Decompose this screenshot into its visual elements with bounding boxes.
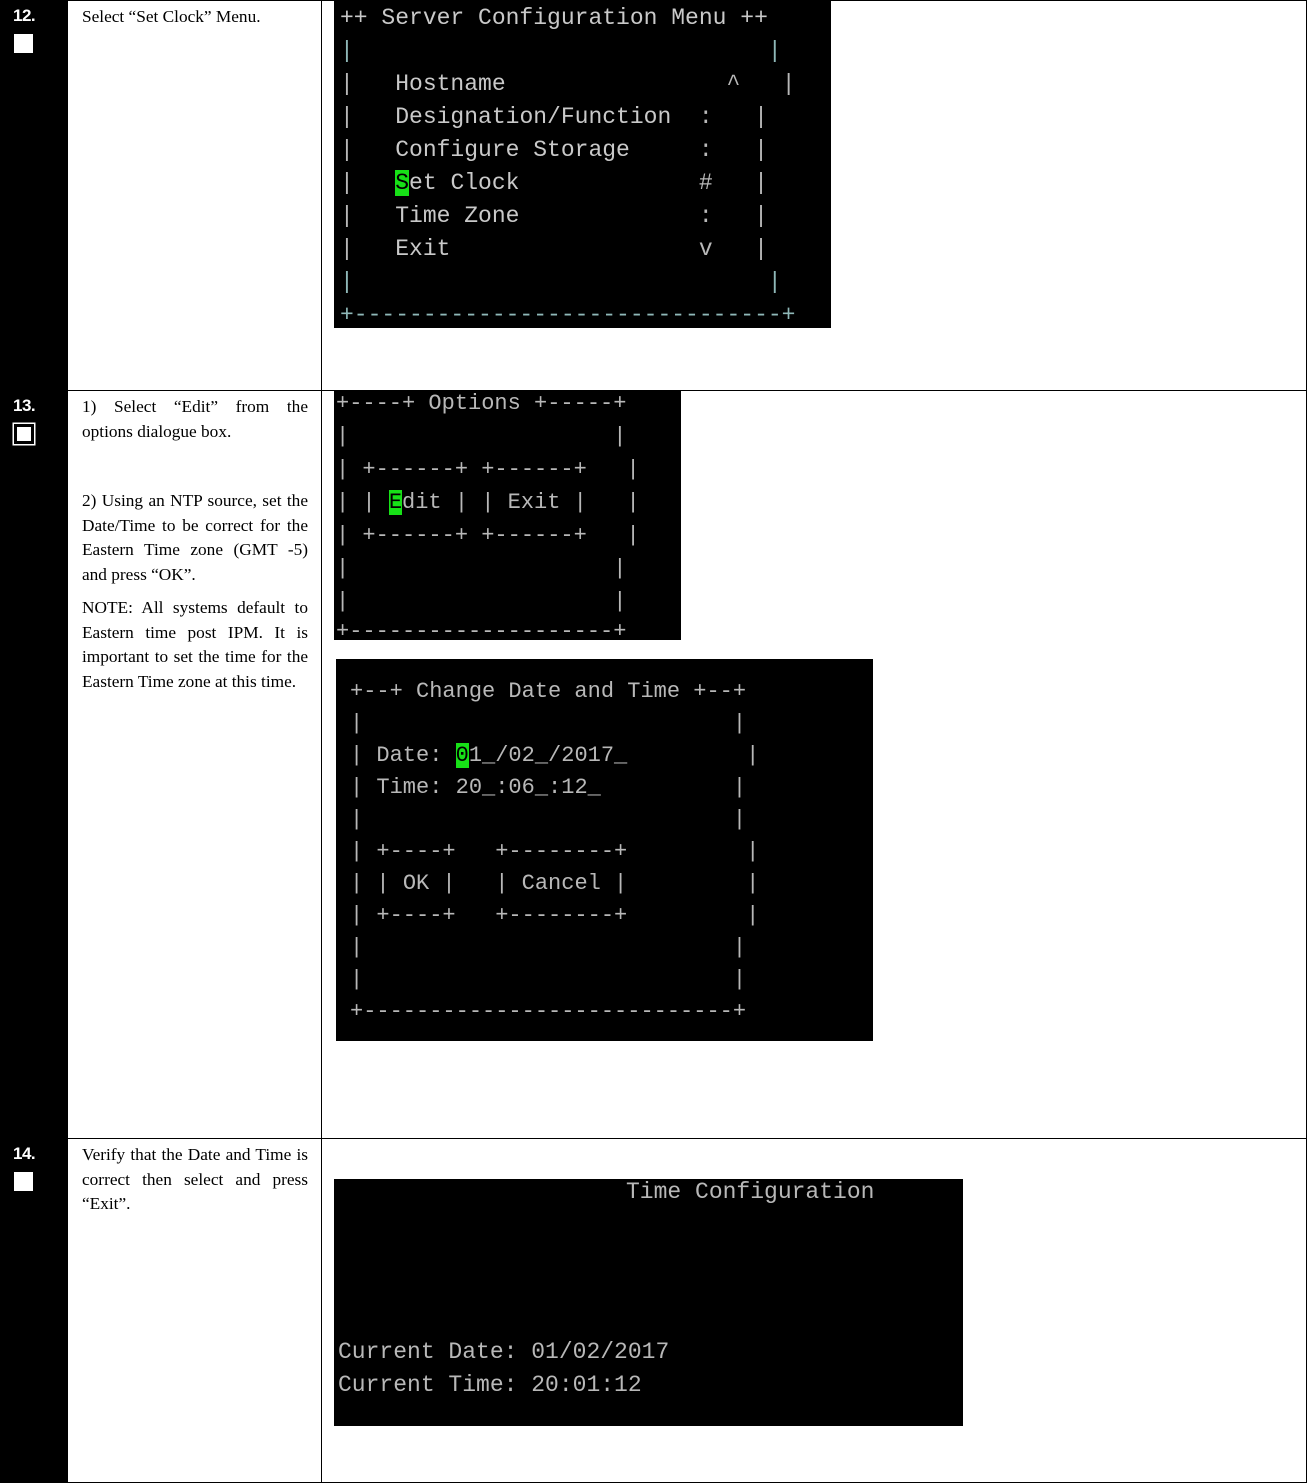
date-field[interactable]: | Date: 01_/02_/2017_ |	[350, 743, 759, 768]
step-description-cell: 1) Select “Edit” from the options dialog…	[67, 390, 322, 1139]
menu-item-hostname[interactable]: | Hostname ^ |	[340, 71, 796, 97]
step-row-14: 14. Verify that the Date and Time is cor…	[0, 1138, 1307, 1483]
time-config-title: Time Configuration	[626, 1179, 875, 1205]
step-screenshot-cell: Time Configuration Current Date: 01/02/2…	[321, 1138, 1307, 1483]
step-row-13: 13. 1) Select “Edit” from the options di…	[0, 390, 1307, 1139]
time-field[interactable]: | Time: 20_:06_:12_ |	[350, 775, 746, 800]
step-instruction: Select “Set Clock” Menu.	[82, 7, 261, 26]
step-note: NOTE: All systems default to Eastern tim…	[82, 598, 308, 691]
step-screenshot-cell: +----+ Options +-----+ | | | +------+ +-…	[321, 390, 1307, 1139]
step-number-cell: 14.	[0, 1138, 68, 1483]
options-dialog-terminal: +----+ Options +-----+ | | | +------+ +-…	[334, 391, 681, 644]
options-title: +----+ Options +-----+	[336, 391, 627, 416]
menu-bottom-border: +-------------------------------+	[340, 302, 796, 328]
exit-button[interactable]: Exit	[508, 490, 561, 515]
time-configuration-terminal: Time Configuration Current Date: 01/02/2…	[334, 1179, 963, 1426]
edit-button[interactable]: Edit	[388, 490, 442, 515]
menu-item-exit[interactable]: | Exit v |	[340, 236, 768, 262]
current-date: Current Date: 01/02/2017	[338, 1339, 670, 1365]
menu-item-configure-storage[interactable]: | Configure Storage : |	[340, 137, 768, 163]
step-row-12: 12. Select “Set Clock” Menu. ++ Server C…	[0, 0, 1307, 391]
step-number-cell: 13.	[0, 390, 68, 1139]
step-number: 12.	[13, 6, 36, 25]
step-instruction: Verify that the Date and Time is correct…	[82, 1145, 308, 1213]
step-number: 14.	[13, 1144, 36, 1163]
procedure-table: 12. Select “Set Clock” Menu. ++ Server C…	[0, 0, 1307, 1483]
ok-button[interactable]: OK	[403, 871, 429, 896]
menu-item-time-zone[interactable]: | Time Zone : |	[340, 203, 768, 229]
change-date-time-terminal: +--+ Change Date and Time +--+ | | | Dat…	[336, 659, 873, 1041]
step-description-cell: Verify that the Date and Time is correct…	[67, 1138, 322, 1483]
current-time: Current Time: 20:01:12	[338, 1372, 642, 1398]
step-description-cell: Select “Set Clock” Menu.	[67, 0, 322, 391]
step-checkbox[interactable]	[14, 1172, 33, 1191]
menu-item-designation[interactable]: | Designation/Function : |	[340, 104, 768, 130]
step-instruction-2: 2) Using an NTP source, set the Date/Tim…	[82, 491, 308, 584]
step-number: 13.	[13, 396, 36, 415]
step-number-cell: 12.	[0, 0, 68, 391]
menu-item-set-clock[interactable]: | Set Clock # |	[340, 170, 768, 196]
cancel-button[interactable]: Cancel	[522, 871, 601, 896]
step-checkbox[interactable]	[14, 34, 33, 53]
step-screenshot-cell: ++ Server Configuration Menu ++ | | | Ho…	[321, 0, 1307, 391]
datetime-title: +--+ Change Date and Time +--+	[350, 679, 747, 704]
step-instruction-1: 1) Select “Edit” from the options dialog…	[82, 397, 308, 441]
step-checkbox[interactable]	[14, 424, 34, 444]
menu-title: ++ Server Configuration Menu ++	[340, 5, 768, 31]
server-config-menu-terminal: ++ Server Configuration Menu ++ | | | Ho…	[334, 1, 831, 328]
